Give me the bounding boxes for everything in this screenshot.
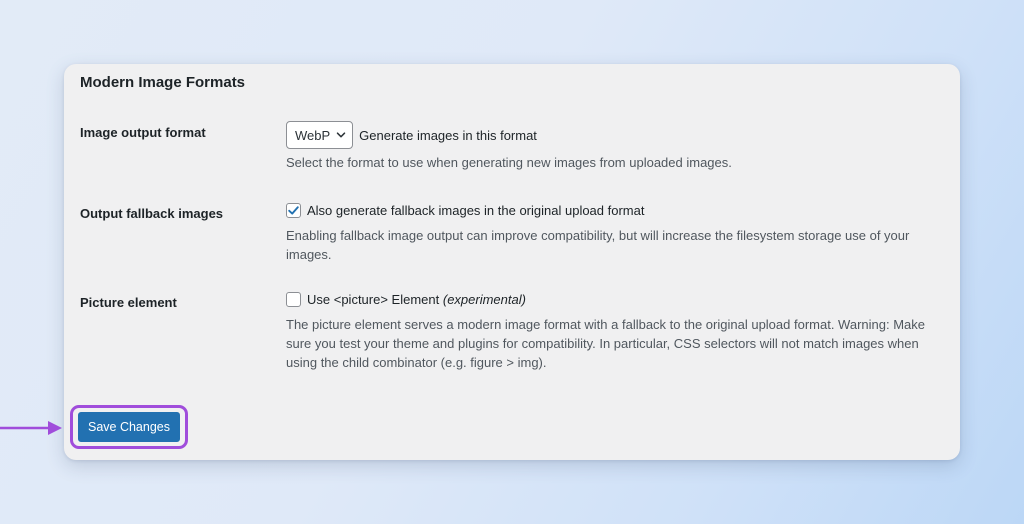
fallback-images-checkbox-label[interactable]: Also generate fallback images in the ori… — [307, 203, 644, 218]
arrow-right-icon — [0, 421, 62, 435]
fallback-images-checkbox[interactable] — [286, 202, 301, 218]
fallback-images-description: Enabling fallback image output can impro… — [286, 228, 910, 262]
experimental-tag: (experimental) — [442, 291, 526, 307]
picture-element-checkbox[interactable] — [286, 291, 301, 307]
image-output-format-field: WebP Generate images in this format Sele… — [286, 121, 926, 172]
image-format-select-value: WebP — [295, 127, 331, 143]
chevron-down-icon — [336, 132, 346, 138]
panel-title: Modern Image Formats — [80, 74, 246, 91]
settings-panel: Modern Image Formats Image output format… — [64, 64, 960, 460]
image-format-description: Select the format to use when generating… — [286, 155, 732, 170]
image-output-format-label: Image output format — [80, 125, 206, 140]
picture-element-field: Use <picture> Element (experimental) The… — [286, 285, 926, 372]
output-fallback-images-label: Output fallback images — [80, 206, 224, 221]
output-fallback-images-field: Also generate fallback images in the ori… — [286, 196, 926, 264]
picture-element-checkbox-label[interactable]: Use <picture> Element (experimental) — [307, 292, 526, 307]
picture-element-label-text: Use <picture> Element — [307, 291, 440, 307]
save-changes-button[interactable]: Save Changes — [78, 412, 180, 442]
save-button-highlight: Save Changes — [70, 405, 188, 449]
image-format-select[interactable]: WebP — [286, 121, 354, 149]
checkmark-icon — [288, 205, 299, 215]
picture-element-label: Picture element — [80, 295, 177, 310]
image-format-inline-text: Generate images in this format — [359, 127, 537, 143]
picture-element-description: The picture element serves a modern imag… — [286, 317, 925, 370]
